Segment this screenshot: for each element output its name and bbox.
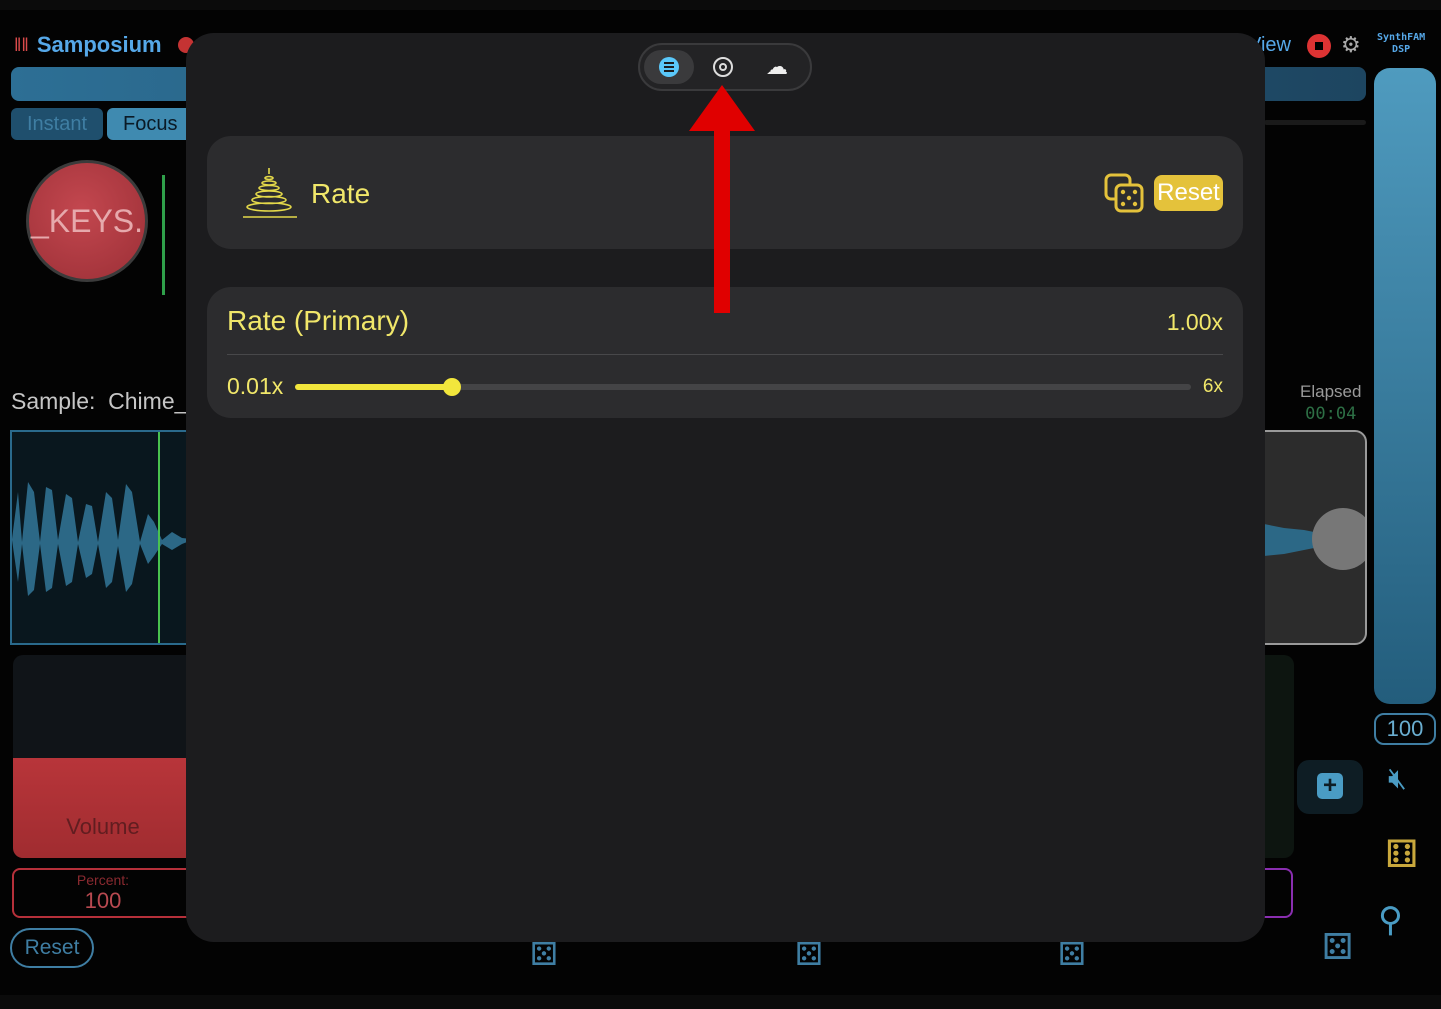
volume-fill	[13, 758, 193, 858]
tree-icon: ☁	[766, 54, 788, 79]
settings-gear-icon[interactable]: ⚙	[1341, 32, 1361, 58]
annotation-arrow	[689, 85, 755, 313]
brand-line-2: DSP	[1392, 44, 1411, 55]
sample-name: Chime_	[108, 388, 188, 414]
effect-panel-right[interactable]	[1262, 655, 1294, 858]
percent-field[interactable]: Percent: 100	[12, 868, 194, 918]
rate-slider[interactable]	[295, 378, 1191, 396]
volume-slider[interactable]: Volume	[13, 655, 193, 858]
keys-knob[interactable]: _KEYS.	[26, 160, 148, 282]
divider	[227, 354, 1223, 355]
bottom-strip	[0, 995, 1441, 1009]
mute-icon[interactable]: 🔇︎	[1388, 762, 1407, 796]
elapsed-label: Elapsed	[1300, 382, 1362, 401]
gear-icon	[713, 56, 733, 77]
volume-label: Volume	[66, 814, 140, 839]
search-chat-icon[interactable]: ⚲	[1378, 900, 1403, 940]
sample-caption: Sample:	[11, 388, 96, 414]
playhead-cursor[interactable]	[158, 432, 160, 643]
master-level-value[interactable]: 100	[1374, 713, 1436, 745]
top-strip	[0, 0, 1441, 10]
sample-label: Sample: Chime_	[11, 388, 187, 415]
stop-button[interactable]	[1307, 34, 1331, 58]
slider-max-label: 6x	[1202, 376, 1223, 397]
rate-slider-thumb[interactable]	[443, 378, 461, 396]
segment-tree[interactable]: ☁	[752, 50, 802, 84]
scrub-handle[interactable]	[1312, 508, 1365, 570]
list-icon	[659, 56, 679, 77]
percent-value: 100	[84, 888, 122, 913]
parameter-title: Rate	[311, 178, 371, 209]
waveform-view[interactable]	[10, 430, 190, 645]
rate-cone-icon	[243, 168, 297, 218]
slider-min-label: 0.01x	[227, 373, 284, 399]
view-segmented-control: ☁	[638, 43, 812, 91]
percent-field-right[interactable]	[1262, 868, 1293, 918]
rate-primary-title: Rate (Primary)	[227, 305, 410, 336]
tab-instant[interactable]: Instant	[11, 108, 104, 140]
plus-icon: +	[1317, 773, 1343, 799]
master-level-slider[interactable]	[1374, 68, 1436, 704]
brand-logo: SynthFAM DSP	[1377, 32, 1425, 56]
randomize-dice-icon[interactable]	[1103, 172, 1145, 214]
waveform-graphic	[12, 482, 188, 596]
brand-line-1: SynthFAM	[1377, 32, 1426, 43]
reset-button[interactable]: Reset	[1154, 175, 1223, 211]
rate-slider-fill	[295, 384, 452, 390]
secondary-track	[1264, 120, 1366, 125]
app-title: Samposium	[36, 32, 162, 57]
segment-list[interactable]	[644, 50, 694, 84]
elapsed-value: 00:04	[1305, 404, 1357, 424]
rate-primary-value: 1.00x	[1166, 309, 1223, 335]
percent-label: Percent:	[76, 872, 130, 888]
dice-icon[interactable]: ⚄	[1322, 926, 1353, 968]
mode-tabs: Instant Focus	[11, 108, 194, 140]
segment-settings[interactable]	[698, 50, 748, 84]
waveform-logo-icon: ‖‖	[14, 34, 29, 55]
background-reset-button[interactable]: Reset	[10, 928, 94, 968]
dice-icon[interactable]: ⚅	[1385, 832, 1418, 877]
elapsed-display: Elapsed 00:04	[1300, 382, 1361, 424]
add-button[interactable]: +	[1297, 760, 1363, 814]
app-header: ‖‖ Samposium	[14, 32, 194, 58]
tab-focus[interactable]: Focus	[107, 108, 194, 140]
waveform-view-right[interactable]	[1262, 430, 1367, 645]
knob-level-indicator	[162, 175, 165, 295]
